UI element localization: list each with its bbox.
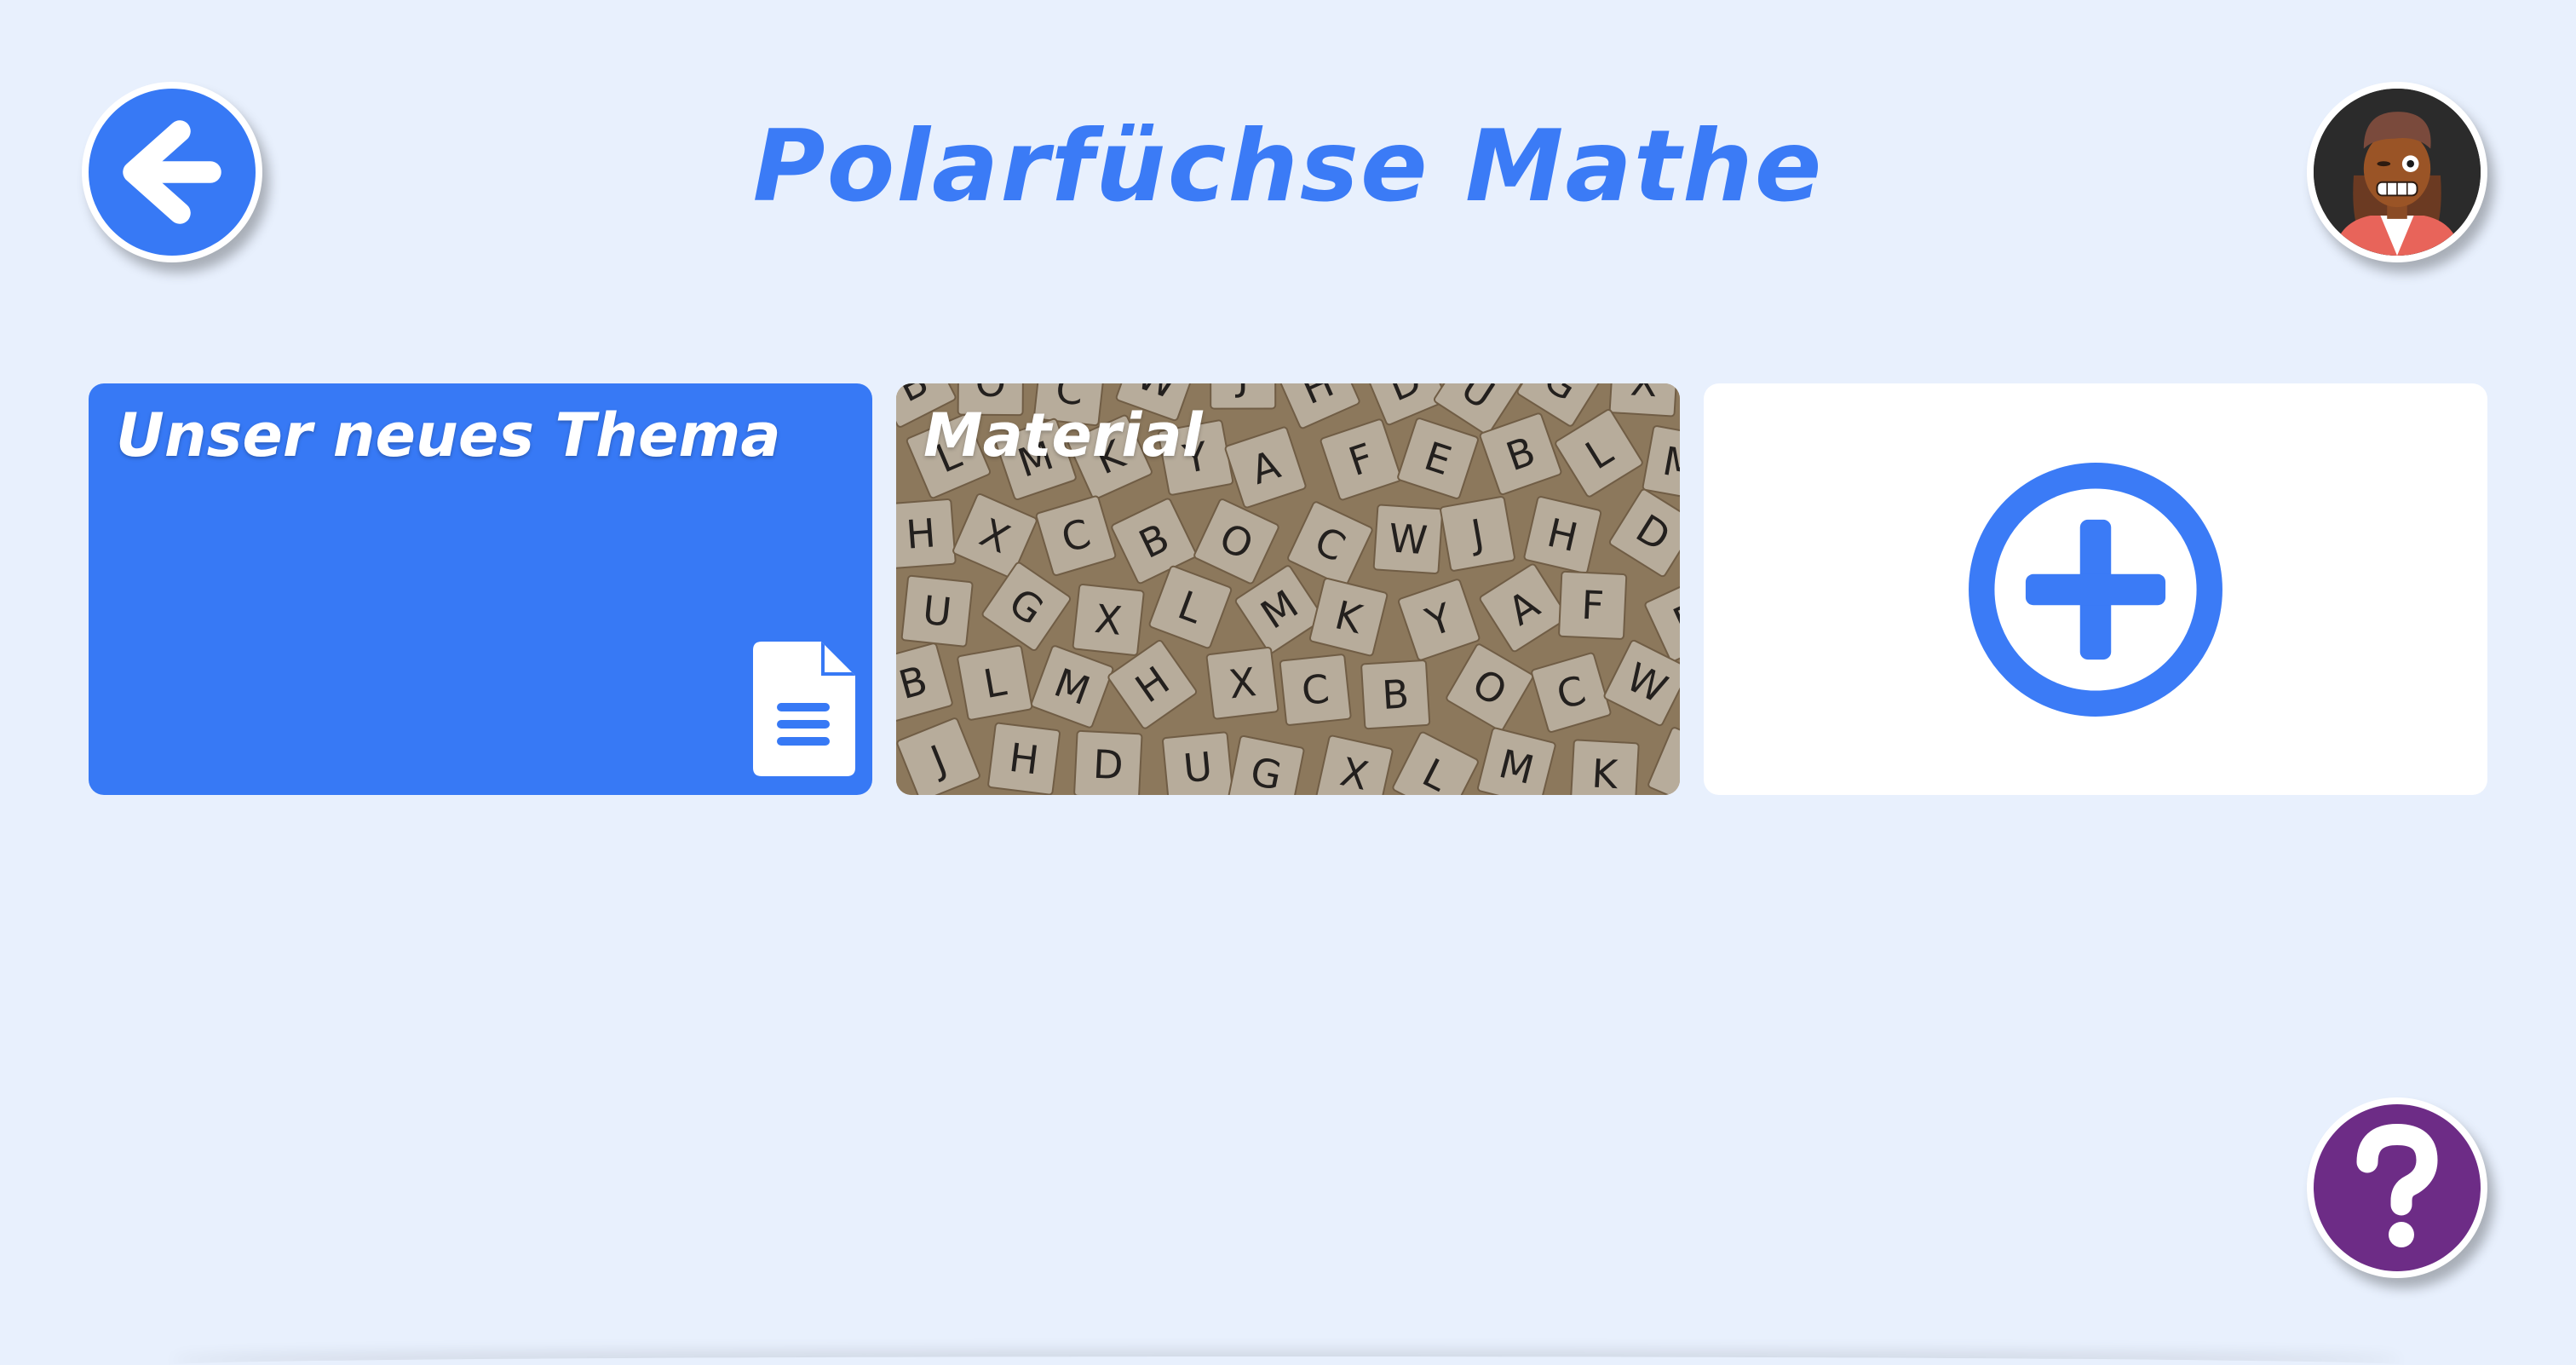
add-card-button[interactable] — [1704, 383, 2487, 795]
material-card-title: Material — [923, 400, 1203, 470]
page: Polarfüchse Mathe Unser neues Thema Mate… — [0, 0, 2576, 1365]
question-mark-icon — [2356, 1124, 2438, 1247]
avatar-icon — [2314, 89, 2481, 256]
topic-card-title: Unser neues Thema — [116, 400, 781, 470]
bottom-edge — [170, 1356, 2402, 1365]
document-icon — [753, 642, 855, 776]
topic-card[interactable]: Unser neues Thema — [89, 383, 872, 795]
help-button[interactable] — [2307, 1097, 2487, 1278]
profile-button[interactable] — [2307, 82, 2487, 262]
material-card[interactable]: BOCWJHDUGXLMKYAFEBLMHXCBOCWJHDUGXLMKYAFE… — [896, 383, 1680, 795]
page-title: Polarfüchse Mathe — [752, 109, 1824, 224]
plus-circle-icon — [1969, 462, 2222, 717]
